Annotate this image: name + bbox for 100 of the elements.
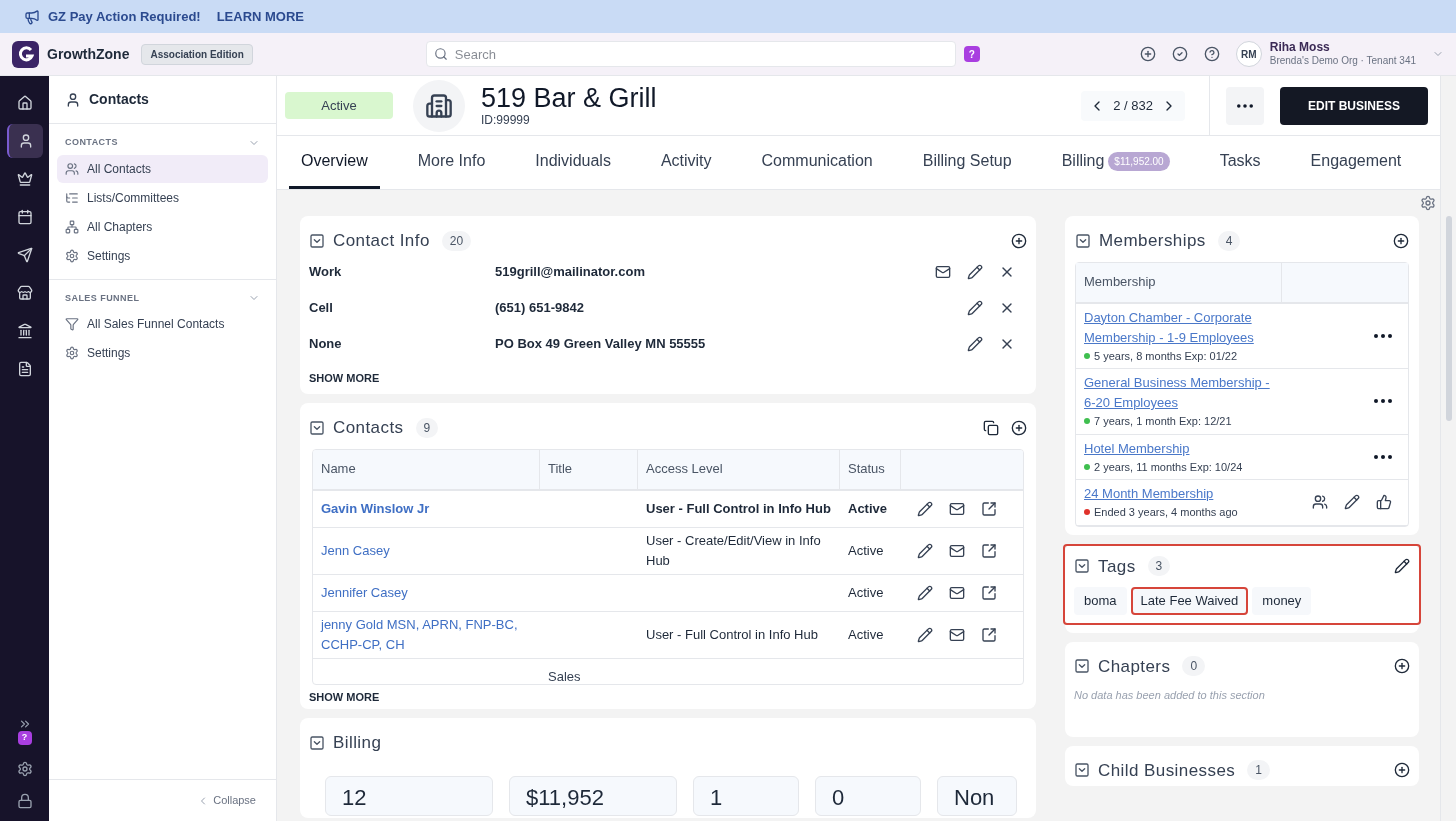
copy-icon[interactable] bbox=[983, 419, 999, 436]
lock-icon[interactable] bbox=[16, 793, 33, 809]
contact-status: Active bbox=[848, 626, 884, 642]
collapse-icon[interactable] bbox=[1075, 232, 1091, 249]
membership-link[interactable]: Hotel Membership bbox=[1084, 438, 1274, 459]
membership-link[interactable]: 24 Month Membership bbox=[1084, 484, 1274, 504]
people-icon bbox=[65, 161, 79, 176]
tab[interactable]: Tasks bbox=[1207, 136, 1273, 189]
user-avatar[interactable]: RM bbox=[1235, 41, 1262, 67]
show-more-link[interactable]: SHOW MORE bbox=[309, 369, 1027, 386]
contact-label: Work bbox=[309, 262, 343, 281]
collapse-icon[interactable] bbox=[309, 419, 325, 436]
status-badge: Active bbox=[285, 92, 393, 119]
contact-value: (651) 651-9842 bbox=[495, 298, 584, 317]
add-icon[interactable] bbox=[1011, 232, 1027, 249]
sidebar-item[interactable]: Settings bbox=[57, 339, 268, 367]
edit-icon[interactable] bbox=[1344, 494, 1360, 511]
sidebar-item[interactable]: All Contacts bbox=[57, 154, 268, 183]
search-field[interactable]: Search bbox=[425, 41, 956, 67]
mail-icon[interactable] bbox=[935, 263, 951, 280]
contact-name-link[interactable]: jenny Gold MSN, APRN, FNP-BC, CCHP-CP, CH bbox=[321, 614, 532, 655]
scrollbar[interactable] bbox=[1440, 76, 1456, 821]
section-title: Chapters bbox=[1098, 655, 1171, 678]
filter-icon bbox=[65, 317, 79, 331]
section-title: Contacts bbox=[333, 417, 404, 439]
edit-icon[interactable] bbox=[967, 263, 983, 280]
add-icon[interactable] bbox=[1139, 46, 1156, 62]
collapse-icon[interactable] bbox=[1074, 558, 1090, 575]
learn-more-link[interactable]: LEARN MORE bbox=[216, 6, 305, 27]
collapse-link[interactable]: Collapse bbox=[213, 792, 256, 809]
help-badge[interactable]: ? bbox=[963, 46, 980, 62]
nav-button[interactable] bbox=[6, 124, 43, 158]
bank-icon bbox=[16, 323, 33, 339]
edit-business-button[interactable]: EDIT BUSINESS bbox=[1280, 86, 1428, 125]
membership-detail: 5 years, 8 months Exp: 01/22 bbox=[1094, 348, 1238, 364]
more-icon bbox=[1374, 454, 1392, 459]
membership-link[interactable]: General Business Membership - 6-20 Employees bbox=[1084, 373, 1274, 413]
sidebar-item[interactable]: All Sales Funnel Contacts bbox=[57, 310, 268, 338]
collapse-icon[interactable] bbox=[1074, 762, 1090, 779]
contact-name-link[interactable]: Jennifer Casey bbox=[321, 582, 532, 603]
collapse-icon[interactable] bbox=[1074, 658, 1090, 675]
tab[interactable]: Billing $11,952.00 bbox=[1049, 136, 1182, 189]
sidebar-item[interactable]: Lists/Committees bbox=[57, 183, 268, 212]
settings-icon[interactable] bbox=[1420, 195, 1436, 211]
logo-icon[interactable] bbox=[12, 40, 39, 68]
membership-detail: 2 years, 11 months Exp: 10/24 bbox=[1094, 459, 1243, 475]
count-badge: 0 bbox=[1182, 656, 1206, 677]
edit-icon[interactable] bbox=[917, 584, 933, 601]
settings-icon[interactable] bbox=[16, 761, 33, 777]
mail-icon[interactable] bbox=[949, 542, 965, 559]
contact-label: None bbox=[309, 334, 343, 353]
edit-icon[interactable] bbox=[967, 335, 983, 352]
access-level: User - Full Control in Info Hub bbox=[646, 625, 819, 644]
more-button[interactable] bbox=[1226, 86, 1264, 125]
show-more-link[interactable]: SHOW MORE bbox=[309, 688, 1027, 705]
mail-icon[interactable] bbox=[949, 626, 965, 643]
sidebar-item[interactable]: All Chapters bbox=[57, 212, 268, 241]
edit-icon[interactable] bbox=[1394, 558, 1410, 575]
section-heading: SALES FUNNEL bbox=[65, 291, 140, 305]
megaphone-icon bbox=[24, 8, 40, 25]
empty-message: No data has been added to this section bbox=[1074, 688, 1266, 703]
settings-icon bbox=[65, 346, 79, 360]
open-icon[interactable] bbox=[981, 500, 997, 517]
column-header: Access Level bbox=[638, 449, 840, 489]
edit-icon[interactable] bbox=[917, 542, 933, 559]
tab[interactable]: Individuals bbox=[523, 136, 623, 189]
sidebar-item[interactable]: Settings bbox=[57, 241, 268, 270]
open-icon[interactable] bbox=[981, 584, 997, 601]
collapse-icon[interactable] bbox=[309, 734, 325, 751]
business-name: 519 Bar & Grill bbox=[481, 85, 657, 112]
open-icon[interactable] bbox=[981, 626, 997, 643]
add-icon[interactable] bbox=[1011, 419, 1027, 436]
membership-detail: 7 years, 1 month Exp: 12/21 bbox=[1094, 414, 1232, 429]
section-title: Memberships bbox=[1099, 230, 1206, 252]
contact-name-link[interactable]: Jenn Casey bbox=[321, 540, 532, 561]
tab[interactable]: Billing Setup bbox=[910, 136, 1024, 189]
contact-name-link[interactable]: Gavin Winslow Jr bbox=[321, 498, 532, 519]
open-icon[interactable] bbox=[981, 542, 997, 559]
thumbs-up-icon[interactable] bbox=[1376, 494, 1392, 511]
check-icon[interactable] bbox=[1171, 46, 1188, 62]
people-icon[interactable] bbox=[1312, 494, 1328, 511]
help-icon[interactable] bbox=[1203, 46, 1220, 62]
collapse-icon[interactable] bbox=[309, 232, 325, 249]
stat-card: 1 bbox=[693, 775, 799, 816]
tab[interactable]: More Info bbox=[405, 136, 498, 189]
tab[interactable]: Communication bbox=[749, 136, 885, 189]
add-icon[interactable] bbox=[1394, 658, 1410, 675]
mail-icon[interactable] bbox=[949, 500, 965, 517]
add-icon[interactable] bbox=[1393, 232, 1409, 249]
help-badge[interactable]: ? bbox=[17, 731, 32, 745]
user-icon bbox=[65, 91, 81, 108]
mail-icon[interactable] bbox=[949, 584, 965, 601]
edit-icon[interactable] bbox=[967, 299, 983, 316]
tab[interactable]: Activity bbox=[648, 136, 724, 189]
membership-link[interactable]: Dayton Chamber - Corporate Membership - 1-9 Employees bbox=[1084, 307, 1274, 348]
stat-card: $11,952 bbox=[509, 775, 677, 816]
tab[interactable]: Engagement bbox=[1298, 136, 1414, 189]
edit-icon[interactable] bbox=[917, 500, 933, 517]
add-icon[interactable] bbox=[1394, 762, 1410, 779]
edit-icon[interactable] bbox=[917, 626, 933, 643]
